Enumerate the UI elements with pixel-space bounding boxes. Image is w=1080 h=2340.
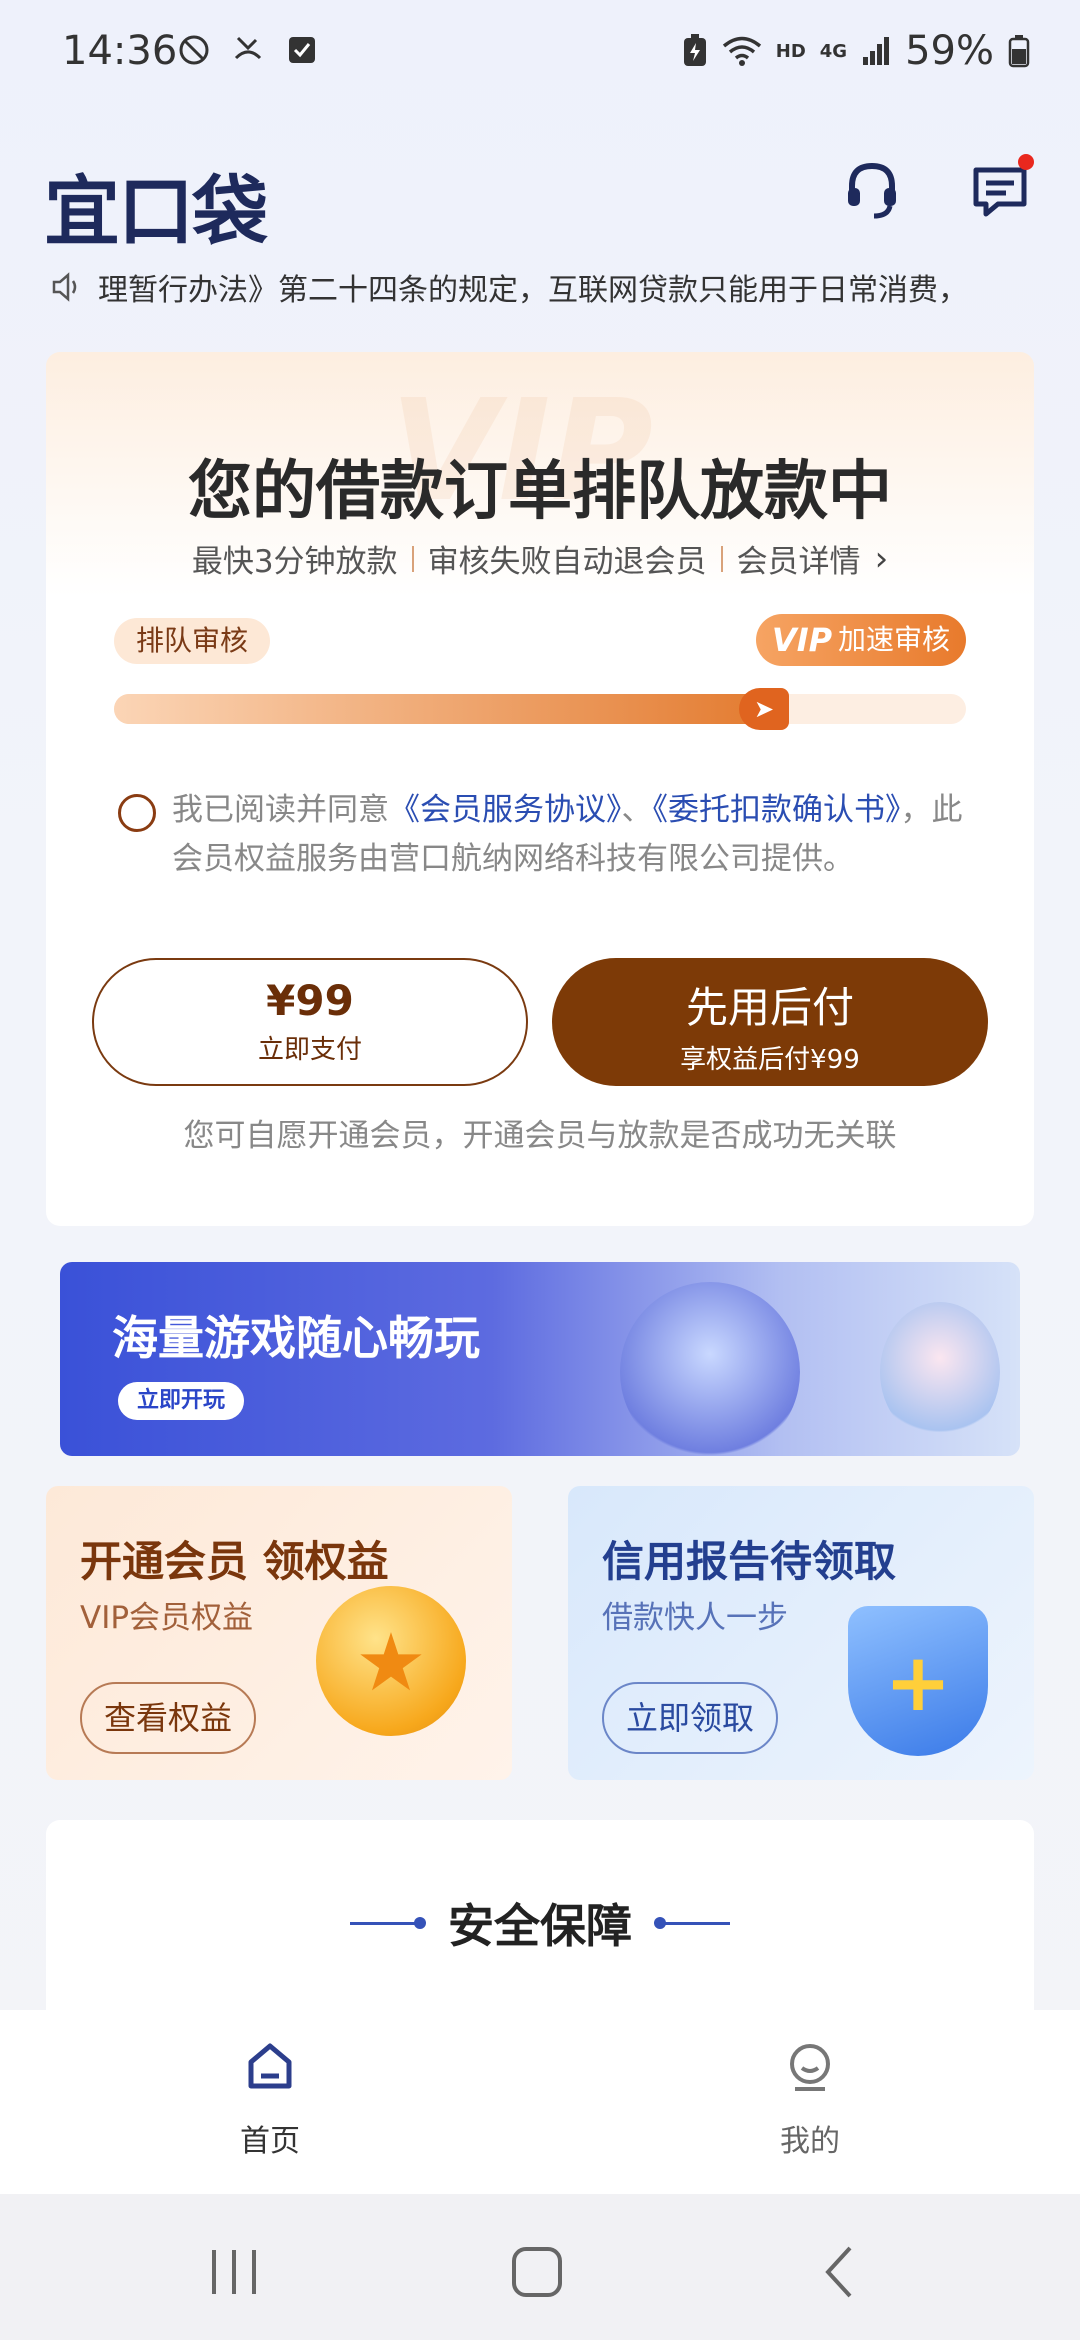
- rocket-icon: ➤: [739, 688, 789, 730]
- gold-coin-icon: ★: [316, 1586, 466, 1736]
- pay-later-label: 享权益后付¥99: [680, 1045, 860, 1075]
- headset-icon[interactable]: [840, 158, 904, 222]
- claim-now-button[interactable]: 立即领取: [602, 1682, 779, 1754]
- agreement-checkbox[interactable]: [118, 794, 156, 832]
- signal-icon: [863, 37, 890, 65]
- wifi-icon: [722, 36, 761, 66]
- profile-icon: [790, 2044, 830, 2091]
- order-status-title: 您的借款订单排队放款中: [188, 455, 892, 529]
- vip-badge-label: 加速审核: [838, 623, 951, 656]
- game-banner-title: 海量游戏随心畅玩: [112, 1311, 480, 1365]
- message-badge: [1018, 154, 1034, 170]
- debit-confirmation-link[interactable]: 《委托扣款确认书》: [653, 792, 901, 828]
- pay-now-label: 立即支付: [257, 1035, 362, 1065]
- message-icon[interactable]: [968, 154, 1034, 222]
- checkbox-notification-icon: [289, 37, 315, 63]
- notice-ticker[interactable]: 理暂行办法》第二十四条的规定，互联网贷款只能用于日常消费，: [50, 262, 1040, 312]
- decor-line-left: [350, 1916, 426, 1929]
- feature-fast-loan: 最快3分钟放款: [191, 544, 398, 580]
- pay-now-price: ¥99: [266, 976, 354, 1025]
- recent-apps-icon[interactable]: [204, 2244, 264, 2300]
- security-title: 安全保障: [448, 1899, 632, 1953]
- pay-now-button[interactable]: ¥99 立即支付: [92, 958, 528, 1086]
- game-character-figure: [620, 1282, 800, 1456]
- queue-review-tag: 排队审核: [114, 618, 271, 664]
- hd-label: HD: [775, 40, 806, 62]
- view-benefits-button[interactable]: 查看权益: [80, 1682, 257, 1754]
- missed-call-icon: [234, 36, 262, 60]
- status-right: HD 4G 59%: [682, 28, 1030, 74]
- decor-line-right: [654, 1916, 730, 1929]
- credit-promo-subtitle: 借款快人一步: [602, 1600, 788, 1636]
- feature-refund: 审核失败自动退会员: [427, 544, 707, 580]
- voluntary-disclaimer: 您可自愿开通会员，开通会员与放款是否成功无关联: [183, 1118, 897, 1154]
- vip-promo-subtitle: VIP会员权益: [80, 1600, 254, 1636]
- vip-badge-text: VIP: [771, 621, 833, 659]
- vip-promo-title: 开通会员 领权益: [80, 1537, 389, 1586]
- play-now-button[interactable]: 立即开玩: [118, 1382, 244, 1420]
- pay-later-title: 先用后付: [685, 983, 854, 1032]
- shield-icon: +: [848, 1606, 988, 1756]
- pay-later-button[interactable]: 先用后付 享权益后付¥99: [552, 958, 988, 1086]
- order-features: 最快3分钟放款 审核失败自动退会员 会员详情 ›: [46, 536, 1034, 581]
- battery-percent: 59%: [905, 28, 994, 74]
- bottom-tab-bar: [0, 2010, 1080, 2194]
- status-time: 14:36: [62, 28, 178, 74]
- agreement-prefix: 我已阅读并同意: [172, 792, 389, 828]
- security-header: 安全保障: [46, 1890, 1034, 1956]
- no-location-icon: [179, 35, 209, 65]
- speaker-icon: [52, 272, 77, 302]
- back-icon[interactable]: [812, 2244, 872, 2300]
- feature-divider: [720, 545, 723, 572]
- agreement-text: 我已阅读并同意《会员服务协议》、《委托扣款确认书》，此会员权益服务由营口航纳网络…: [172, 786, 972, 884]
- credit-promo-title: 信用报告待领取: [602, 1537, 897, 1586]
- feature-divider: [411, 545, 414, 572]
- home-nav-icon[interactable]: [508, 2244, 568, 2300]
- home-icon: [248, 2043, 292, 2089]
- credit-report-card[interactable]: 信用报告待领取 借款快人一步 + 立即领取: [568, 1486, 1034, 1780]
- progress-fill: [114, 694, 779, 724]
- ticker-text: 理暂行办法》第二十四条的规定，互联网贷款只能用于日常消费，: [98, 273, 968, 308]
- tab-mine[interactable]: 我的: [710, 2040, 910, 2160]
- tab-home-label: 首页: [240, 2124, 300, 2159]
- vip-benefits-card[interactable]: 开通会员 领权益 VIP会员权益 ★ 查看权益: [46, 1486, 512, 1780]
- network-type-label: 4G: [819, 40, 848, 62]
- member-details-link[interactable]: 会员详情: [737, 536, 861, 581]
- game-fairy-figure: [880, 1302, 1000, 1442]
- chevron-right-icon[interactable]: ›: [875, 539, 889, 579]
- battery-icon: [1008, 35, 1030, 68]
- tab-mine-label: 我的: [780, 2124, 840, 2159]
- vip-speed-review-badge[interactable]: VIP 加速审核: [756, 614, 966, 666]
- app-logo: 宜口袋: [44, 167, 268, 256]
- battery-saver-icon: [683, 34, 706, 66]
- tab-home[interactable]: 首页: [170, 2040, 370, 2160]
- member-service-agreement-link[interactable]: 《会员服务协议》: [389, 792, 622, 828]
- agreement-separator: 、: [621, 792, 653, 828]
- status-notification-icons: [176, 32, 320, 68]
